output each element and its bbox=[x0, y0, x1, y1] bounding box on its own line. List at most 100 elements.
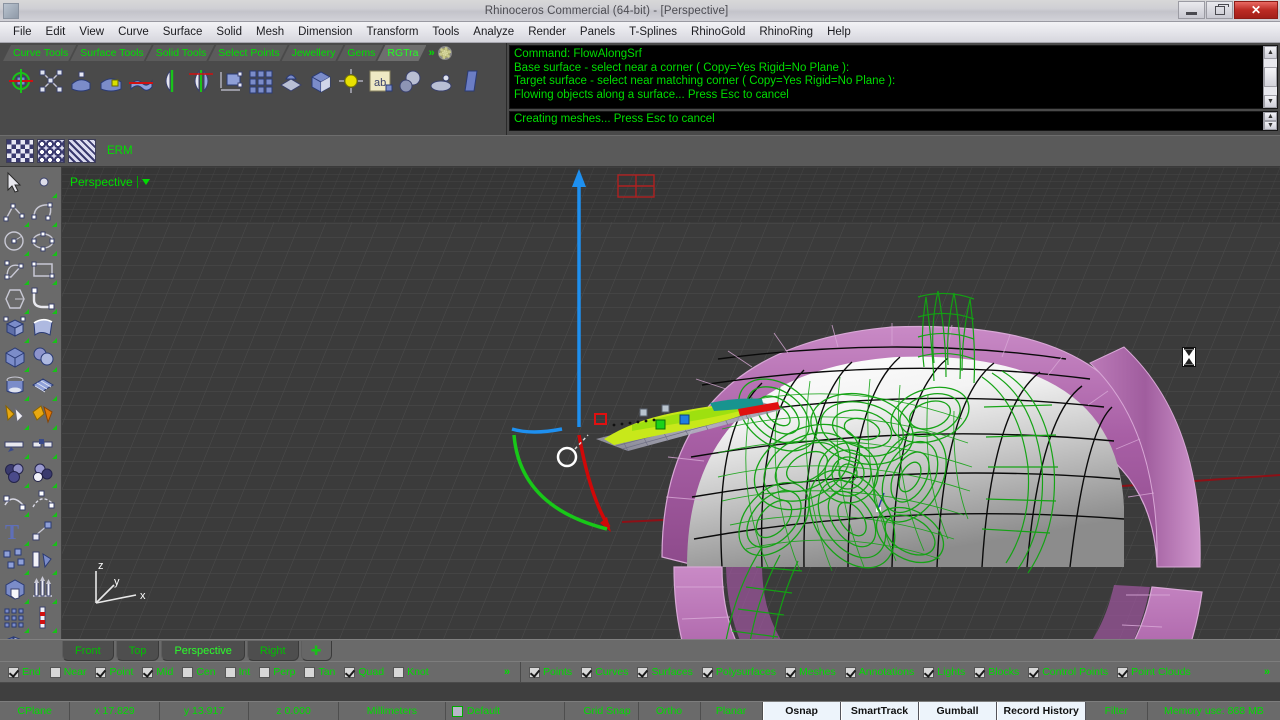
grid-array-icon[interactable] bbox=[2, 605, 30, 634]
status-toggle-grid-snap[interactable]: Grid Snap bbox=[577, 702, 639, 720]
surface-from-curves-icon[interactable] bbox=[68, 68, 94, 94]
checkbox-item[interactable]: Mid bbox=[142, 666, 173, 678]
flyout-indicator[interactable] bbox=[24, 454, 29, 459]
command-line-spinner[interactable]: ▲ ▼ bbox=[1263, 112, 1277, 130]
mirror-axis-icon[interactable] bbox=[188, 68, 214, 94]
surface-patch-icon[interactable] bbox=[98, 68, 124, 94]
flyout-indicator[interactable] bbox=[24, 309, 29, 314]
restore-button[interactable] bbox=[1206, 1, 1233, 19]
checkbox-item[interactable]: Curves bbox=[581, 666, 628, 678]
solid-box-icon[interactable] bbox=[2, 344, 30, 373]
menu-item-surface[interactable]: Surface bbox=[156, 24, 210, 40]
mesh-pattern-3-icon[interactable] bbox=[68, 139, 96, 163]
menu-item-file[interactable]: File bbox=[6, 24, 39, 40]
curve-tool-icon[interactable] bbox=[458, 68, 484, 94]
polyline-icon[interactable] bbox=[2, 199, 30, 228]
checkbox-item[interactable]: Polysurfaces bbox=[702, 666, 776, 678]
group-icon[interactable] bbox=[2, 547, 30, 576]
menu-item-edit[interactable]: Edit bbox=[39, 24, 73, 40]
flow-along-surface-icon[interactable] bbox=[8, 68, 34, 94]
checkbox-near[interactable] bbox=[50, 667, 61, 678]
flyout-indicator[interactable] bbox=[52, 541, 57, 546]
mesh-surface-icon[interactable] bbox=[30, 373, 58, 402]
blend-surface-icon[interactable] bbox=[30, 460, 58, 489]
cap-surface-icon[interactable] bbox=[278, 68, 304, 94]
add-viewport-button[interactable]: ✚ bbox=[301, 641, 332, 661]
flyout-indicator[interactable] bbox=[52, 512, 57, 517]
sphere-union-icon[interactable] bbox=[30, 344, 58, 373]
menu-item-dimension[interactable]: Dimension bbox=[291, 24, 359, 40]
checkbox-meshes[interactable] bbox=[785, 667, 796, 678]
command-prompt-line[interactable]: Creating meshes... Press Esc to cancel ▲… bbox=[509, 111, 1278, 131]
menu-item-rhinoring[interactable]: RhinoRing bbox=[752, 24, 820, 40]
flyout-indicator[interactable] bbox=[52, 599, 57, 604]
menu-item-view[interactable]: View bbox=[72, 24, 111, 40]
checkbox-item[interactable]: Quad bbox=[344, 666, 384, 678]
flow-curve-icon[interactable] bbox=[128, 68, 154, 94]
project-curve-icon[interactable] bbox=[30, 489, 58, 518]
flyout-indicator[interactable] bbox=[24, 570, 29, 575]
overflow-arrows-button[interactable]: » bbox=[1264, 666, 1270, 678]
menu-item-analyze[interactable]: Analyze bbox=[466, 24, 521, 40]
status-toggle-record-history[interactable]: Record History bbox=[997, 702, 1086, 720]
checkbox-points[interactable] bbox=[529, 667, 540, 678]
boolean-split-icon[interactable] bbox=[30, 402, 58, 431]
toolbar-overflow-button[interactable]: » bbox=[428, 45, 434, 61]
flyout-indicator[interactable] bbox=[52, 396, 57, 401]
flyout-indicator[interactable] bbox=[24, 367, 29, 372]
grid-array-icon[interactable] bbox=[248, 68, 274, 94]
checkbox-control-points[interactable] bbox=[1028, 667, 1039, 678]
minimize-button[interactable] bbox=[1178, 1, 1205, 19]
command-history[interactable]: Command: FlowAlongSrfBase surface - sele… bbox=[509, 45, 1278, 109]
polygon-icon[interactable] bbox=[2, 286, 30, 315]
overflow-arrows-button[interactable]: » bbox=[504, 666, 510, 678]
checkbox-item[interactable]: Perp bbox=[259, 666, 295, 678]
status-units[interactable]: Millimeters bbox=[339, 702, 446, 720]
light-icon[interactable] bbox=[30, 576, 58, 605]
flyout-indicator[interactable] bbox=[24, 251, 29, 256]
menu-item-help[interactable]: Help bbox=[820, 24, 858, 40]
checkbox-item[interactable]: Near bbox=[50, 666, 87, 678]
checkbox-item[interactable]: Control Points bbox=[1028, 666, 1108, 678]
flyout-indicator[interactable] bbox=[24, 599, 29, 604]
flyout-indicator[interactable] bbox=[52, 309, 57, 314]
spinner-down-button[interactable]: ▼ bbox=[1264, 121, 1277, 130]
checkbox-int[interactable] bbox=[225, 667, 236, 678]
align-icon[interactable] bbox=[30, 547, 58, 576]
menu-item-panels[interactable]: Panels bbox=[573, 24, 622, 40]
scatter-points-icon[interactable] bbox=[38, 68, 64, 94]
checkbox-polysurfaces[interactable] bbox=[702, 667, 713, 678]
menu-item-solid[interactable]: Solid bbox=[209, 24, 249, 40]
toolbar-tab-select-points[interactable]: Select Points bbox=[208, 45, 287, 61]
checkbox-item[interactable]: Meshes bbox=[785, 666, 836, 678]
scroll-track[interactable] bbox=[1264, 59, 1277, 67]
flyout-indicator[interactable] bbox=[52, 222, 57, 227]
perspective-viewport[interactable]: Perspective z y x bbox=[62, 167, 1280, 639]
checkbox-annotations[interactable] bbox=[845, 667, 856, 678]
text-object-icon[interactable]: T bbox=[2, 518, 30, 547]
flyout-indicator[interactable] bbox=[52, 251, 57, 256]
flyout-indicator[interactable] bbox=[52, 193, 57, 198]
checkbox-curves[interactable] bbox=[581, 667, 592, 678]
emboss-icon[interactable] bbox=[428, 68, 454, 94]
menu-item-transform[interactable]: Transform bbox=[359, 24, 425, 40]
spinner-up-button[interactable]: ▲ bbox=[1264, 112, 1277, 121]
command-history-scrollbar[interactable]: ▲ ▼ bbox=[1263, 46, 1277, 108]
engrave-text-icon[interactable]: ab bbox=[368, 68, 394, 94]
status-toggle-planar[interactable]: Planar bbox=[701, 702, 763, 720]
viewport-tab-perspective[interactable]: Perspective bbox=[161, 641, 244, 661]
explode-icon[interactable] bbox=[2, 402, 30, 431]
mesh-pattern-1-icon[interactable] bbox=[6, 139, 34, 163]
viewport-tab-right[interactable]: Right bbox=[247, 641, 299, 661]
toolbar-tab-gems[interactable]: Gems bbox=[337, 45, 383, 61]
status-toggle-gumball[interactable]: Gumball bbox=[919, 702, 997, 720]
checkbox-blocks[interactable] bbox=[974, 667, 985, 678]
checkbox-item[interactable]: Annotations bbox=[845, 666, 914, 678]
viewport-title[interactable]: Perspective bbox=[70, 175, 150, 189]
checkbox-point-clouds[interactable] bbox=[1117, 667, 1128, 678]
status-layer[interactable]: Default bbox=[446, 702, 565, 720]
select-arrow-icon[interactable] bbox=[2, 170, 30, 199]
viewport-tab-front[interactable]: Front bbox=[62, 641, 114, 661]
flyout-indicator[interactable] bbox=[24, 425, 29, 430]
checkbox-item[interactable]: Lights bbox=[923, 666, 965, 678]
